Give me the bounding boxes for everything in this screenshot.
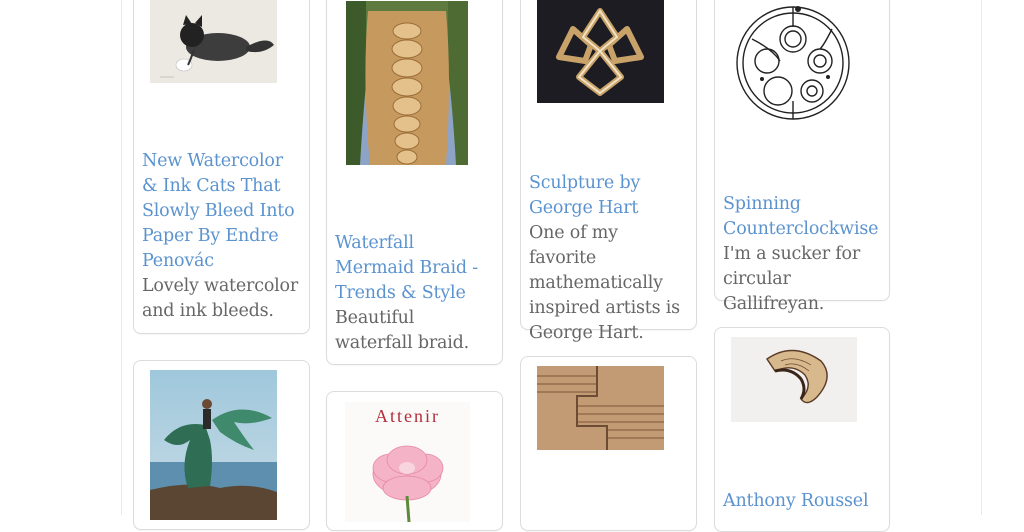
pin-title[interactable]: Sculpture by George Hart <box>529 171 690 221</box>
pin-title[interactable]: Anthony Roussel <box>723 489 883 514</box>
pin-title[interactable]: Waterfall Mermaid Braid - Trends & Style <box>335 231 496 306</box>
attenir-logo-text: Attenir <box>375 406 440 426</box>
wood-veneer-image[interactable] <box>537 366 664 450</box>
page-divider-right <box>981 0 982 515</box>
pin-title[interactable]: New Watercolor & Ink Cats That Slowly Bl… <box>142 149 303 274</box>
pin-description: One of my favorite mathematically inspir… <box>529 223 680 343</box>
page-divider-left <box>121 0 122 515</box>
pin-card[interactable]: Attenir <box>326 391 503 531</box>
pin-card[interactable] <box>133 360 310 530</box>
pin-card[interactable]: Sculpture by George Hart One of my favor… <box>520 0 697 343</box>
gallifreyan-circle-image[interactable] <box>732 0 855 123</box>
pin-card[interactable] <box>520 356 697 531</box>
pin-description: I'm a sucker for circular Gallifreyan. <box>723 244 860 314</box>
geometric-sculpture-image[interactable] <box>537 0 664 103</box>
woman-flowing-dress-image[interactable] <box>150 370 277 520</box>
pin-card[interactable]: Anthony Roussel <box>714 327 890 532</box>
pin-card[interactable]: Spinning Counterclockwise I'm a sucker f… <box>714 0 890 314</box>
braided-hair-image[interactable] <box>346 1 468 165</box>
spiral-wood-sculpture-image[interactable] <box>731 337 857 422</box>
pin-title[interactable]: Spinning Counterclockwise <box>723 192 883 242</box>
pin-description: Lovely watercolor and ink bleeds. <box>142 276 299 321</box>
pin-description: Beautiful waterfall braid. <box>335 308 469 353</box>
watercolor-cat-image[interactable] <box>150 0 277 83</box>
pin-card[interactable]: Waterfall Mermaid Braid - Trends & Style… <box>326 0 503 365</box>
pin-card[interactable]: New Watercolor & Ink Cats That Slowly Bl… <box>133 0 310 334</box>
